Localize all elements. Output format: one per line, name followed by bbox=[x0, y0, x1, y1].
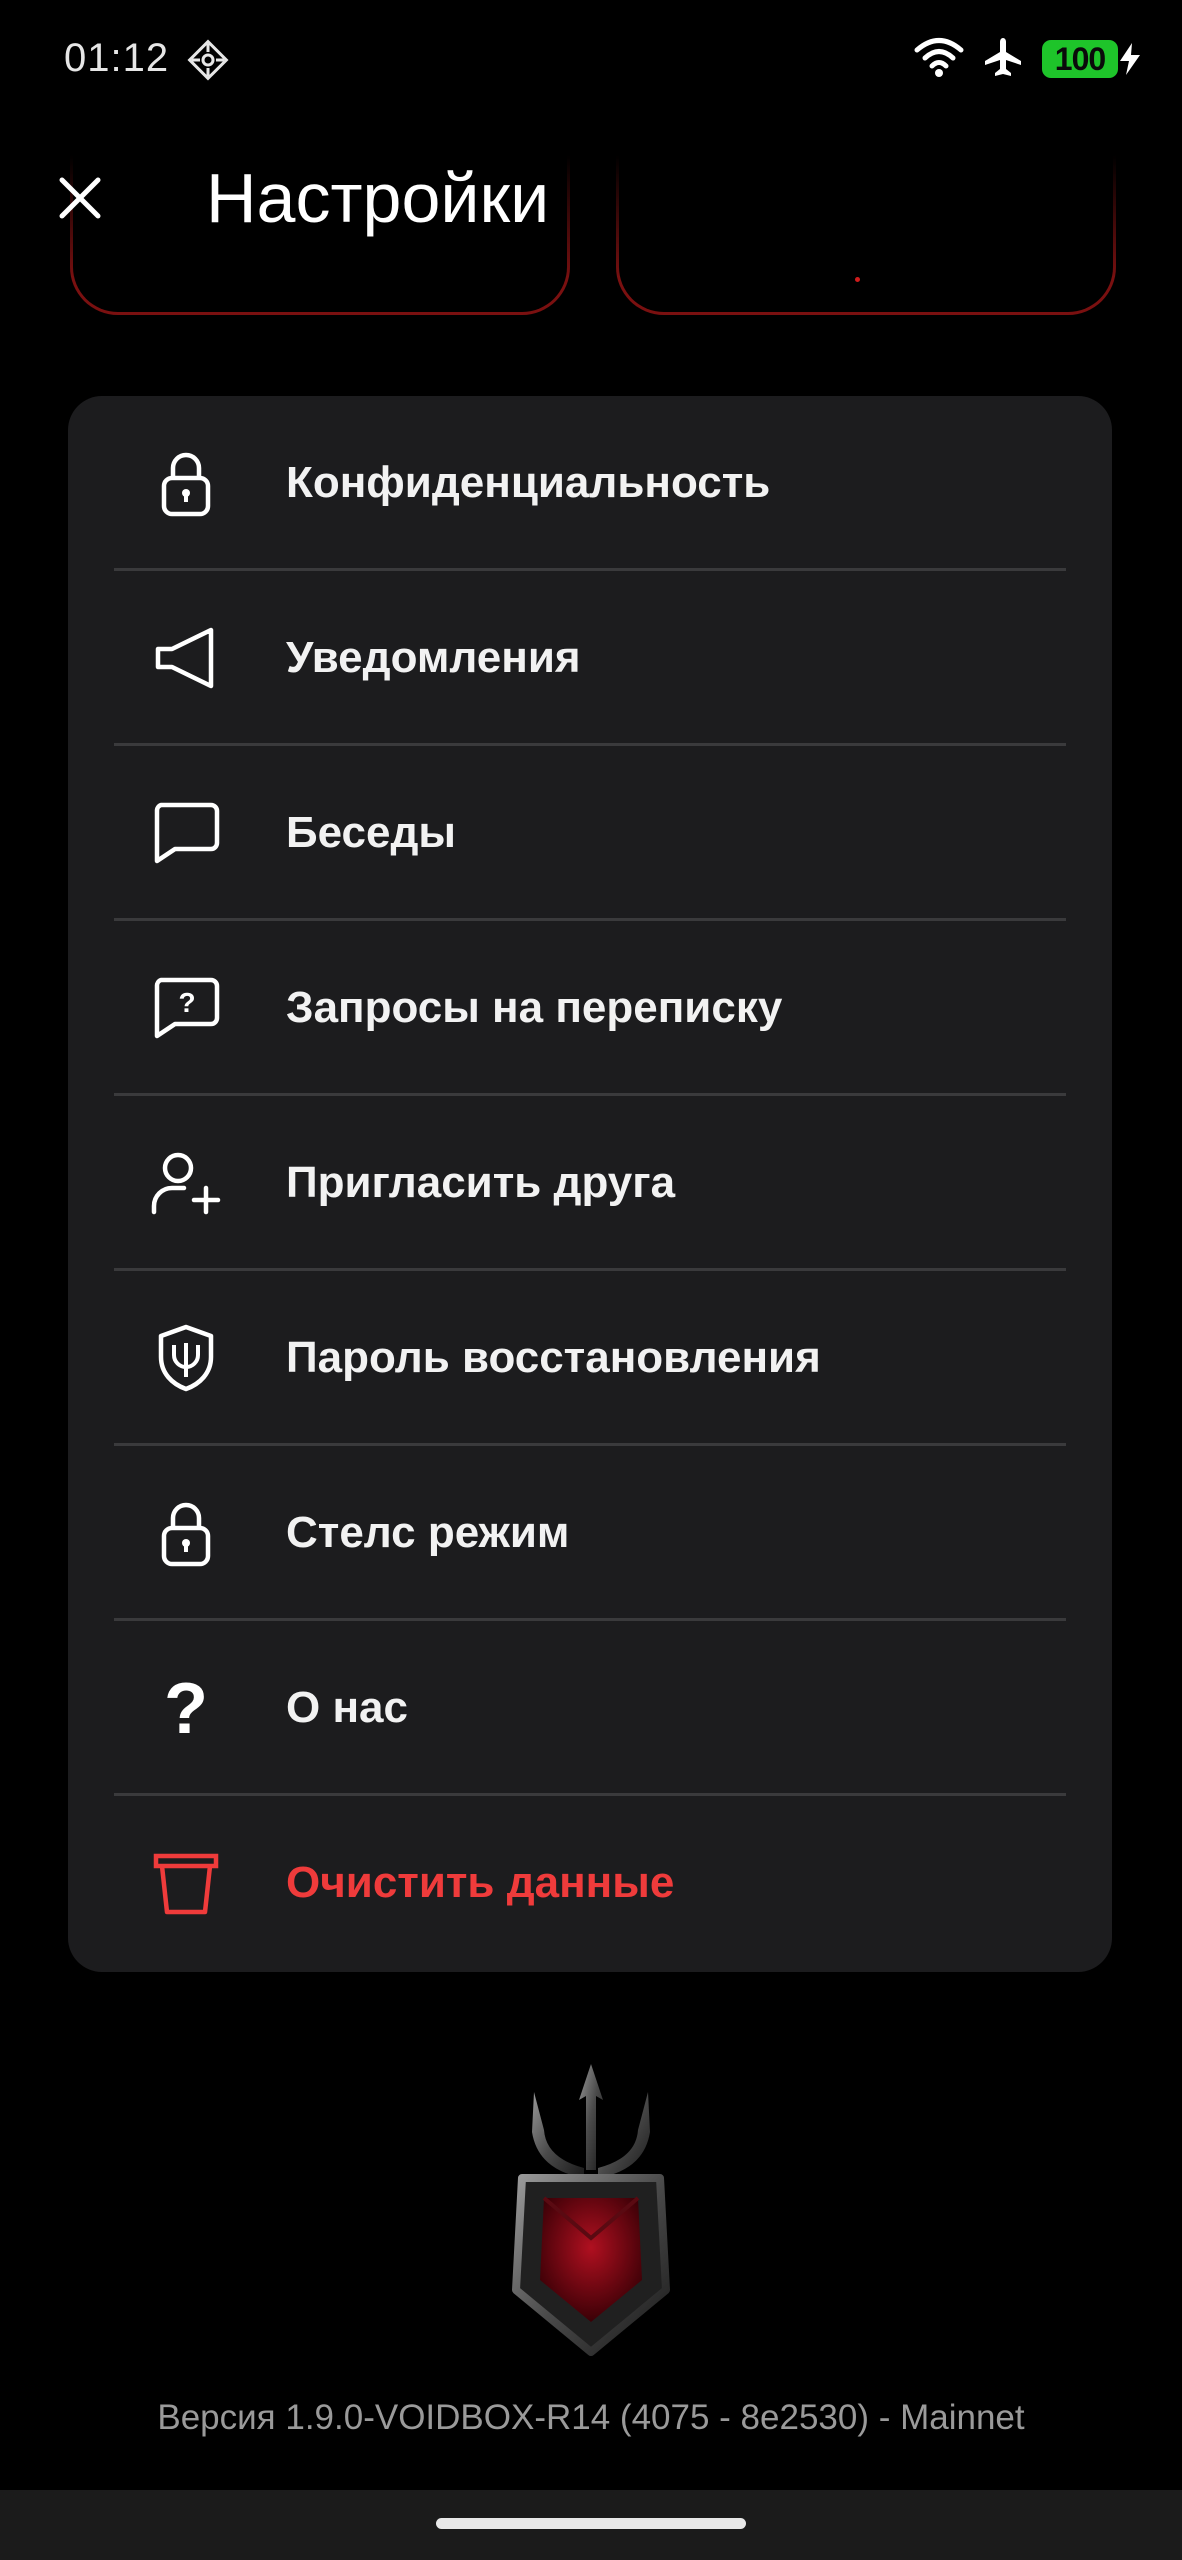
settings-item-label: Пароль восстановления bbox=[286, 1333, 821, 1382]
settings-item-notifications[interactable]: Уведомления bbox=[68, 571, 1112, 745]
settings-item-label: Пригласить друга bbox=[286, 1158, 676, 1207]
trident-shield-logo bbox=[486, 2060, 696, 2360]
settings-item-privacy[interactable]: Конфиденциальность bbox=[68, 396, 1112, 570]
version-text: Версия 1.9.0-VOIDBOX-R14 (4075 - 8e2530)… bbox=[157, 2398, 1025, 2437]
settings-item-conversations[interactable]: Беседы bbox=[68, 746, 1112, 920]
battery-icon: 100 bbox=[1042, 40, 1142, 78]
settings-item-message-requests[interactable]: ? Запросы на переписку bbox=[68, 921, 1112, 1095]
close-icon bbox=[59, 177, 101, 219]
lock-icon bbox=[146, 443, 226, 523]
home-gesture-handle[interactable] bbox=[436, 2518, 746, 2529]
page-title: Настройки bbox=[206, 159, 550, 237]
settings-item-label: Стелс режим bbox=[286, 1508, 570, 1557]
status-bar: 01:12 100 bbox=[0, 0, 1182, 120]
add-user-icon bbox=[146, 1143, 226, 1223]
settings-item-about[interactable]: ? О нас bbox=[68, 1621, 1112, 1795]
settings-card: Конфиденциальность Уведомления Беседы ? … bbox=[68, 396, 1112, 1972]
settings-item-label: О нас bbox=[286, 1683, 408, 1732]
settings-item-stealth-mode[interactable]: Стелс режим bbox=[68, 1446, 1112, 1620]
peek-mark bbox=[855, 277, 860, 282]
status-time: 01:12 bbox=[64, 36, 170, 80]
chat-question-icon: ? bbox=[146, 968, 226, 1048]
lock-icon bbox=[146, 1493, 226, 1573]
app-badge-icon bbox=[186, 38, 230, 82]
settings-item-label: Очистить данные bbox=[286, 1858, 675, 1907]
trash-icon bbox=[146, 1843, 226, 1923]
settings-item-recovery-password[interactable]: Пароль восстановления bbox=[68, 1271, 1112, 1445]
svg-text:?: ? bbox=[178, 987, 195, 1018]
battery-level: 100 bbox=[1042, 40, 1118, 78]
wifi-icon bbox=[914, 37, 964, 82]
airplane-icon bbox=[982, 36, 1024, 83]
peek-card-right[interactable] bbox=[616, 150, 1116, 315]
speaker-icon bbox=[146, 618, 226, 698]
settings-item-label: Уведомления bbox=[286, 633, 581, 682]
settings-item-label: Запросы на переписку bbox=[286, 983, 783, 1032]
shield-trident-icon bbox=[146, 1318, 226, 1398]
settings-item-invite-friend[interactable]: Пригласить друга bbox=[68, 1096, 1112, 1270]
question-icon: ? bbox=[146, 1668, 226, 1748]
settings-item-label: Конфиденциальность bbox=[286, 458, 771, 507]
chat-bubble-icon bbox=[146, 793, 226, 873]
settings-item-clear-data[interactable]: Очистить данные bbox=[68, 1796, 1112, 1970]
charging-bolt-icon bbox=[1120, 43, 1140, 75]
close-button[interactable] bbox=[52, 170, 108, 226]
svg-text:?: ? bbox=[164, 1673, 208, 1743]
settings-item-label: Беседы bbox=[286, 808, 456, 857]
